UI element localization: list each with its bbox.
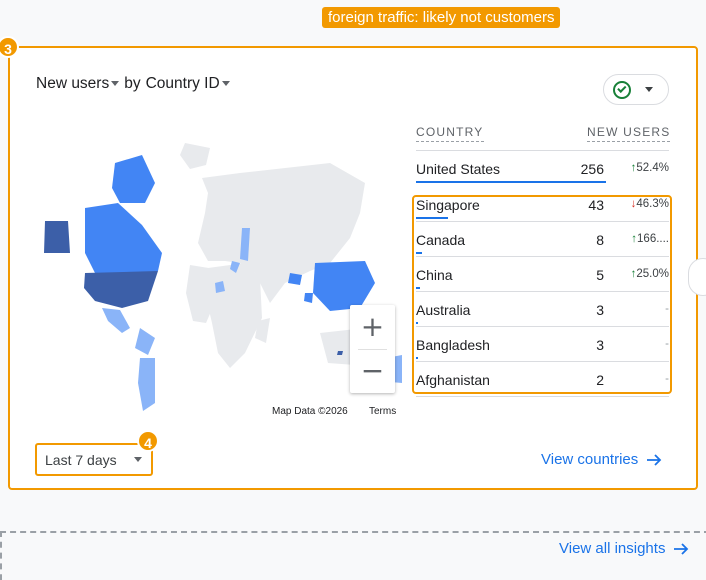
- caret-down-icon: [221, 80, 230, 86]
- new-users-value: 256: [580, 161, 604, 177]
- arrow-right-icon: [674, 542, 689, 555]
- view-countries-link[interactable]: View countries: [541, 451, 662, 468]
- map-attribution: Map Data ©2026: [272, 406, 348, 417]
- caret-down-icon: [111, 80, 120, 86]
- change-indicator: ↑52.4%: [614, 162, 669, 174]
- step-marker-4: 4: [137, 430, 159, 452]
- view-all-insights-label: View all insights: [559, 540, 666, 557]
- card-title: New users by Country ID: [36, 75, 235, 93]
- dropdown-arrow-icon: [134, 457, 142, 462]
- carousel-next-handle[interactable]: [688, 258, 706, 296]
- annotation-label: foreign traffic: likely not customers: [322, 7, 561, 28]
- zoom-out-button[interactable]: −: [350, 349, 395, 393]
- map-zoom-controls: + −: [350, 305, 395, 393]
- dimension-join: by: [124, 75, 141, 92]
- arrow-right-icon: [647, 453, 662, 466]
- metric-label: New users: [36, 75, 110, 92]
- row-divider: [416, 396, 669, 397]
- column-header-country[interactable]: COUNTRY: [416, 125, 484, 142]
- annotation-highlight-box: [412, 195, 672, 394]
- date-range-selector[interactable]: Last 7 days: [35, 443, 153, 476]
- map-terms-link[interactable]: Terms: [369, 406, 396, 417]
- table-row[interactable]: United States 256 ↑52.4%: [416, 151, 669, 186]
- world-map[interactable]: [30, 143, 402, 413]
- date-range-label: Last 7 days: [45, 452, 117, 468]
- view-all-insights-link[interactable]: View all insights: [559, 540, 689, 557]
- view-countries-label: View countries: [541, 451, 639, 468]
- map-land: [180, 143, 375, 368]
- change-percent: 52.4%: [636, 162, 669, 174]
- dimension-selector[interactable]: Country ID: [146, 75, 235, 93]
- dimension-label: Country ID: [145, 75, 220, 92]
- country-name: United States: [416, 161, 501, 177]
- column-header-new-users[interactable]: NEW USERS: [587, 125, 671, 142]
- metric-selector[interactable]: New users: [36, 75, 124, 93]
- zoom-in-button[interactable]: +: [350, 305, 395, 349]
- share-bar: [416, 180, 606, 183]
- dropdown-arrow-icon: [645, 87, 653, 92]
- comparison-status-dropdown[interactable]: [603, 74, 669, 105]
- check-circle-icon: [613, 80, 631, 99]
